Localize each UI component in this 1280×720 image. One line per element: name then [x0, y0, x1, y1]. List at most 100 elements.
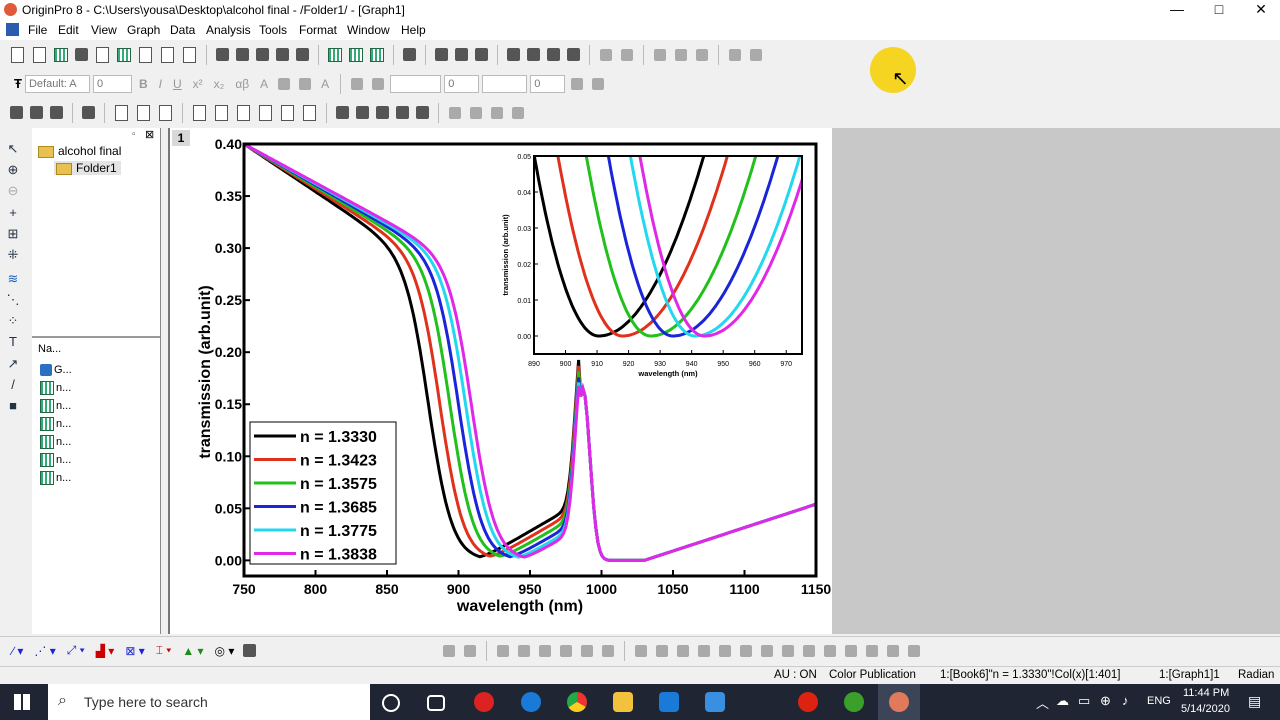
- 3d-plot-icon[interactable]: [443, 644, 455, 657]
- polar-plot-icon[interactable]: ◎ ▾: [215, 644, 235, 658]
- font-select[interactable]: Default: A: [24, 74, 90, 93]
- add-right-y-icon[interactable]: [137, 104, 150, 121]
- italic-icon[interactable]: I: [159, 77, 162, 91]
- open-excel-icon[interactable]: [256, 48, 269, 61]
- scatter-plot-icon[interactable]: ⋰ ▾: [34, 644, 55, 658]
- results-log-icon[interactable]: [527, 48, 540, 61]
- line-tool-icon[interactable]: /: [6, 378, 20, 392]
- menu-help[interactable]: Help: [401, 23, 426, 37]
- rectangle-tool-icon[interactable]: ■: [6, 399, 20, 413]
- new-project-icon[interactable]: [11, 46, 24, 63]
- columns-icon[interactable]: [299, 77, 312, 90]
- origin-taskbar-button[interactable]: [878, 684, 920, 720]
- axis-icon[interactable]: [193, 104, 206, 121]
- increase-font-icon[interactable]: A: [260, 77, 268, 91]
- front-icon[interactable]: [845, 644, 857, 657]
- draw-data-icon[interactable]: ⋱: [6, 293, 20, 307]
- zoom-whole-icon[interactable]: [30, 106, 43, 119]
- language-indicator[interactable]: ENG: [1147, 695, 1171, 707]
- new-notes-icon[interactable]: [183, 46, 196, 63]
- align-icon[interactable]: [278, 77, 291, 90]
- edge-icon[interactable]: [521, 692, 541, 712]
- list-item[interactable]: n...: [38, 470, 72, 488]
- close-button[interactable]: ✕: [1238, 0, 1280, 20]
- explorer-pin-icon[interactable]: ▫: [132, 129, 136, 140]
- fill-pattern-select[interactable]: [482, 74, 528, 93]
- code-builder-window-icon[interactable]: [567, 48, 580, 61]
- add-sheet-icon[interactable]: [750, 48, 762, 61]
- menu-graph[interactable]: Graph: [127, 23, 160, 37]
- add-top-x-icon[interactable]: [115, 104, 128, 121]
- object-size-icon[interactable]: [908, 644, 920, 657]
- align-center-icon[interactable]: [719, 644, 731, 657]
- list-item[interactable]: n...: [38, 380, 72, 398]
- data-selector-icon[interactable]: ⊞: [6, 227, 20, 241]
- new-layout-icon[interactable]: [161, 46, 174, 63]
- code-builder-icon[interactable]: [475, 48, 488, 61]
- axis-both-icon[interactable]: [237, 104, 250, 121]
- list-item[interactable]: n...: [38, 398, 72, 416]
- error-bar-plot-icon[interactable]: ⌶ ▾: [156, 643, 172, 658]
- border-icon[interactable]: [592, 77, 605, 90]
- new-excel-icon[interactable]: [75, 48, 88, 61]
- open-template-icon[interactable]: [236, 48, 249, 61]
- duplicate-icon[interactable]: [455, 48, 468, 61]
- origin-app-icon[interactable]: [4, 3, 17, 16]
- explorer-close-icon[interactable]: ⊠: [145, 128, 154, 141]
- folder-tree-child[interactable]: Folder1: [54, 161, 121, 175]
- graph-canvas[interactable]: 750 800 850 900 950 1000 1050 1100 1150 0.00 0.05 0…: [170, 128, 834, 634]
- menu-format[interactable]: Format: [299, 23, 337, 37]
- align-left-icon[interactable]: [635, 644, 647, 657]
- import-ascii-icon[interactable]: [328, 47, 342, 62]
- taskbar-search-box[interactable]: ⌕ Type here to search: [48, 684, 370, 720]
- 3d-waterfall-icon[interactable]: [602, 644, 614, 657]
- project-explorer-icon[interactable]: [507, 48, 520, 61]
- rescale-icon[interactable]: [10, 106, 23, 119]
- line-plot-icon[interactable]: ∕ ▾: [12, 644, 23, 658]
- add-colorscale-icon[interactable]: [356, 106, 369, 119]
- menu-file[interactable]: File: [28, 23, 47, 37]
- refresh-icon[interactable]: [435, 48, 448, 61]
- screen-reader-icon[interactable]: +: [6, 206, 20, 220]
- 3d-surface-icon[interactable]: [497, 644, 509, 657]
- task-view-icon[interactable]: [427, 695, 445, 711]
- menu-tools[interactable]: Tools: [259, 23, 287, 37]
- print-icon[interactable]: [403, 48, 416, 61]
- zoom-out-icon[interactable]: ⊖: [6, 184, 20, 198]
- 3d-bar-icon[interactable]: [464, 644, 476, 657]
- utorrent-icon[interactable]: [844, 692, 864, 712]
- new-table-icon[interactable]: [416, 106, 429, 119]
- superscript-icon[interactable]: x²: [193, 77, 203, 91]
- import-multiple-icon[interactable]: [349, 47, 363, 62]
- add-legend-icon[interactable]: [336, 106, 349, 119]
- line-style-select[interactable]: [390, 74, 442, 93]
- 3d-image-icon[interactable]: [581, 644, 593, 657]
- area-plot-icon[interactable]: ▲ ▾: [182, 644, 203, 658]
- list-item[interactable]: n...: [38, 452, 72, 470]
- folder-tree-root[interactable]: alcohol final: [38, 144, 121, 158]
- windows-start-icon[interactable]: [14, 694, 30, 710]
- align-right-icon[interactable]: [656, 644, 668, 657]
- 3d-ribbon-icon[interactable]: [539, 644, 551, 657]
- file-explorer-icon[interactable]: [613, 692, 633, 712]
- new-function-icon[interactable]: [139, 46, 152, 63]
- arrow-tool-icon[interactable]: ↗: [6, 357, 20, 371]
- pattern-size-select[interactable]: 0: [530, 74, 566, 93]
- add-layer-table-icon[interactable]: [376, 106, 389, 119]
- align-top-icon[interactable]: [677, 644, 689, 657]
- axis-right-icon[interactable]: [215, 104, 228, 121]
- extract-layer-icon[interactable]: [82, 106, 95, 119]
- line-symbol-plot-icon[interactable]: ⤢ ▾: [67, 643, 85, 658]
- explorer-splitter[interactable]: [32, 336, 160, 338]
- font-size-select[interactable]: 0: [92, 74, 132, 93]
- maximize-button[interactable]: □: [1196, 0, 1242, 20]
- underline-icon[interactable]: U: [173, 77, 182, 91]
- battery-icon[interactable]: ▭: [1078, 693, 1090, 709]
- volume-icon[interactable]: ♪: [1122, 693, 1129, 708]
- notifications-icon[interactable]: ▤: [1248, 693, 1261, 710]
- opera-icon[interactable]: [798, 692, 818, 712]
- save-project-icon[interactable]: [276, 48, 289, 61]
- new-graph-icon[interactable]: [96, 46, 109, 63]
- mask-points-icon[interactable]: ≋: [6, 272, 20, 286]
- same-width-icon[interactable]: [761, 644, 773, 657]
